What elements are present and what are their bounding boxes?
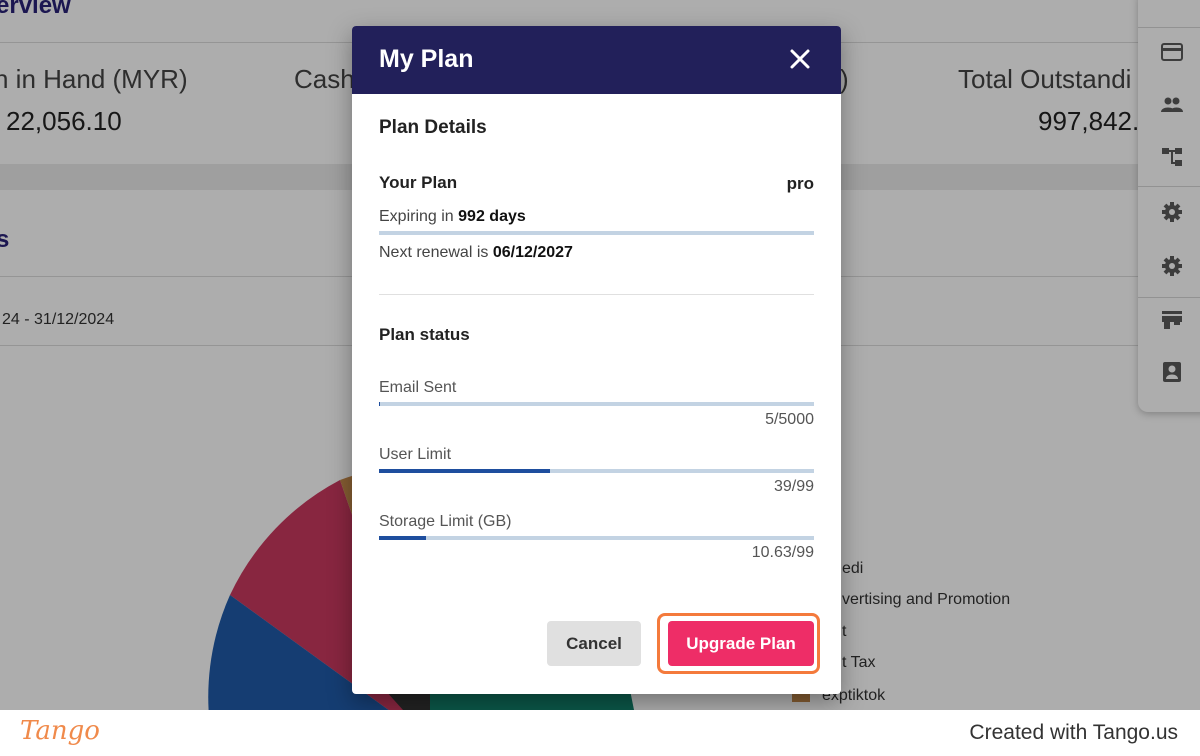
plan-status-heading: Plan status [379, 325, 470, 344]
storage-limit-bar [379, 536, 814, 540]
footer-credit: Created with Tango.us [969, 721, 1178, 744]
renewal-prefix: Next renewal is [379, 244, 489, 261]
storage-limit-count: 10.63/99 [751, 544, 814, 561]
email-sent-bar [379, 402, 814, 406]
expiring-value: 992 days [458, 208, 526, 225]
email-sent-count: 5/5000 [765, 411, 814, 428]
expiring-text: Expiring in 992 days [379, 208, 526, 226]
your-plan-label: Your Plan [379, 173, 458, 192]
plan-details-heading: Plan Details [379, 117, 487, 138]
expiry-bar [379, 231, 814, 235]
user-limit-bar [379, 469, 814, 473]
dialog-header: My Plan [352, 26, 841, 94]
user-limit-count: 39/99 [773, 478, 814, 495]
storage-limit-label: Storage Limit (GB) [379, 513, 512, 530]
dialog-divider [379, 294, 814, 295]
close-icon[interactable] [786, 45, 814, 73]
your-plan-value: pro [786, 174, 814, 193]
cancel-button[interactable]: Cancel [547, 621, 641, 666]
renewal-text: Next renewal is 06/12/2027 [379, 244, 573, 262]
user-limit-fill [379, 469, 551, 473]
renewal-date: 06/12/2027 [492, 244, 573, 261]
expiring-prefix: Expiring in [379, 208, 454, 225]
storage-limit-fill [379, 536, 426, 540]
email-sent-label: Email Sent [379, 379, 457, 396]
tango-logo: Tango [20, 716, 100, 746]
upgrade-plan-button[interactable]: Upgrade Plan [668, 621, 814, 666]
user-limit-label: User Limit [379, 446, 452, 463]
my-plan-dialog: My Plan Plan Details Your Plan pro Expir… [352, 26, 841, 694]
footer: Tango Created with Tango.us [0, 710, 1200, 756]
dialog-title: My Plan [379, 45, 474, 73]
